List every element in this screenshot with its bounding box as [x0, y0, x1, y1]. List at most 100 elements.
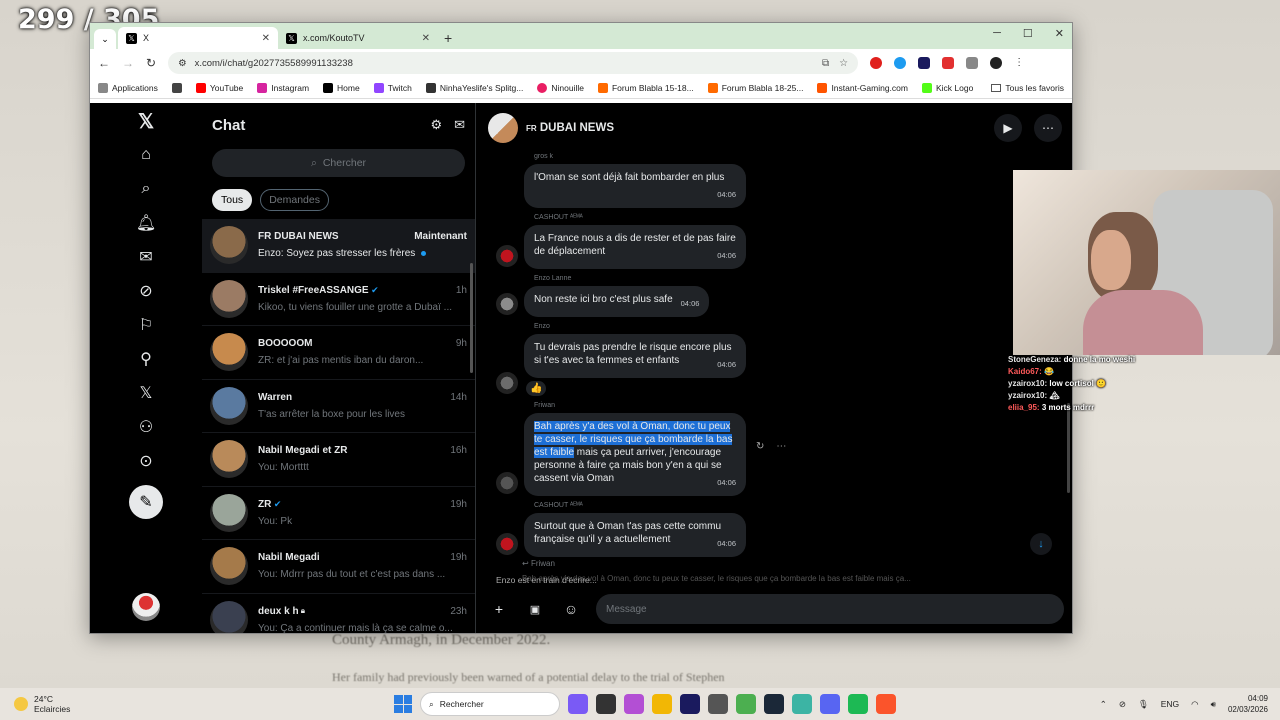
filter-all[interactable]: Tous [212, 189, 253, 211]
message-bubble[interactable]: Non reste ici bro c'est plus safe 04:06 [524, 286, 710, 317]
taskbar-app-icon[interactable] [652, 694, 672, 714]
conversation-item[interactable]: ZR ✔ 19h You: Pk [202, 487, 475, 540]
taskbar-app-icon[interactable] [680, 694, 700, 714]
taskbar-app-icon[interactable] [624, 694, 644, 714]
home-icon[interactable]: ⌂ [136, 145, 156, 165]
message-more-icon[interactable]: ⋯ [776, 441, 786, 452]
windows-start-icon[interactable] [394, 695, 412, 713]
taskbar-app-icon[interactable] [820, 694, 840, 714]
sender-avatar[interactable] [496, 533, 518, 555]
conversation-item[interactable]: deux k h 🔒︎ 23h You: Ça a continuer mais… [202, 594, 475, 633]
minimize-icon[interactable]: ─ [993, 27, 1001, 40]
weather-widget[interactable]: 24°C Eclaircies [14, 694, 70, 714]
bookmark-item[interactable]: Forum Blabla 15-18... [597, 82, 694, 93]
extension-icon[interactable] [918, 57, 931, 69]
sender-avatar[interactable] [496, 245, 518, 267]
compose-post-button[interactable]: ✎ [129, 485, 163, 519]
search-input[interactable]: ⌕ Chercher [212, 149, 465, 177]
tab-search-button[interactable]: ⌄ [94, 29, 116, 49]
account-avatar[interactable] [132, 593, 160, 621]
taskbar-app-icon[interactable] [764, 694, 784, 714]
volume-icon[interactable]: 🔊︎ [1211, 699, 1216, 710]
taskbar-app-icon[interactable] [792, 694, 812, 714]
conversation-title[interactable]: FR DUBAI NEWS [526, 122, 614, 134]
conversation-item[interactable]: BOOOOOM 9h ZR: et j'ai pas mentis iban d… [202, 326, 475, 380]
message[interactable]: CASHOUT ᴬᴱᴹᴬ Surtout que à Oman t'as pas … [496, 502, 1064, 557]
taskbar-search[interactable]: ⌕ Rechercher [420, 692, 560, 716]
message[interactable]: Friwan Bah après y'a des vol à Oman, donc… [496, 402, 1064, 496]
taskbar-app-icon[interactable] [568, 694, 588, 714]
sender-avatar[interactable] [496, 372, 518, 394]
conversation-item[interactable]: Nabil Megadi et ZR 16h You: Mortttt [202, 433, 475, 487]
profile-icon[interactable] [990, 57, 1003, 69]
reaction-badge[interactable]: 👍 [526, 381, 547, 396]
new-message-icon[interactable]: ✉ [454, 117, 465, 133]
taskbar-app-icon[interactable] [848, 694, 868, 714]
search-icon[interactable]: ⌕ [136, 179, 156, 199]
new-tab-button[interactable]: + [444, 30, 452, 46]
premium-icon[interactable]: 𝕏 [136, 383, 156, 403]
clock[interactable]: 04:09 02/03/2026 [1228, 693, 1268, 715]
profile-icon[interactable]: ⚇ [136, 417, 156, 437]
taskbar-app-icon[interactable] [708, 694, 728, 714]
back-icon[interactable]: ← [98, 56, 110, 70]
bookmark-item[interactable]: NinhaYeslife's Splitg... [425, 82, 523, 93]
notifications-icon[interactable]: 🔔︎ [136, 213, 156, 233]
message-bubble[interactable]: l'Oman se sont déjà fait bombarder en pl… [524, 164, 746, 208]
bookmarks-icon[interactable]: ⚐ [136, 315, 156, 335]
message-input[interactable]: Message [596, 594, 1064, 624]
more-icon[interactable]: ⊙ [136, 451, 156, 471]
communities-icon[interactable]: ⚲ [136, 349, 156, 369]
settings-icon[interactable]: ⚙ [430, 117, 442, 133]
site-info-icon[interactable]: ⚙ [178, 58, 187, 69]
message-bubble[interactable]: Tu devrais pas prendre le risque encore … [524, 334, 746, 378]
network-icon[interactable]: ⊘ [1119, 699, 1126, 710]
message-bubble[interactable]: Surtout que à Oman t'as pas cette commu … [524, 513, 746, 557]
group-avatar[interactable] [488, 113, 518, 143]
filter-requests[interactable]: Demandes [260, 189, 329, 211]
forward-icon[interactable]: → [122, 56, 134, 70]
tab-koutotv[interactable]: 𝕏 x.com/KoutoTV ✕ [278, 27, 438, 49]
bookmark-star-icon[interactable]: ☆ [839, 58, 848, 69]
puzzle-icon[interactable] [966, 57, 979, 69]
react-icon[interactable]: ↻ [756, 441, 764, 452]
message[interactable]: Enzo Tu devrais pas prendre le risque enc… [496, 323, 1064, 396]
audio-extension-icon[interactable] [894, 57, 907, 69]
close-tab-icon[interactable]: ✕ [262, 33, 270, 44]
extension-icon[interactable] [942, 57, 955, 69]
more-options-icon[interactable]: ⋯ [1034, 114, 1062, 142]
message[interactable]: gros k l'Oman se sont déjà fait bombarder… [524, 153, 1064, 208]
gif-icon[interactable]: ▣ [524, 603, 546, 616]
chevron-up-icon[interactable]: ⌃ [1100, 699, 1107, 710]
message-bubble[interactable]: La France nous a dis de rester et de pas… [524, 225, 746, 269]
message[interactable]: Enzo Lanne Non reste ici bro c'est plus s… [496, 275, 1064, 317]
sender-avatar[interactable] [496, 293, 518, 315]
x-logo-icon[interactable]: 𝕏 [136, 111, 156, 133]
bookmark-item[interactable]: YouTube [195, 82, 243, 93]
bookmark-item[interactable]: Instant-Gaming.com [817, 82, 908, 93]
close-tab-icon[interactable]: ✕ [422, 33, 430, 44]
close-window-icon[interactable]: ✕ [1055, 27, 1064, 40]
bookmark-item[interactable]: Kick Logo [921, 82, 973, 93]
bookmark-item[interactable]: Home [323, 82, 360, 93]
bookmark-item[interactable] [171, 82, 182, 93]
tab-x[interactable]: 𝕏 X ✕ [118, 27, 278, 49]
add-icon[interactable]: + [488, 601, 510, 617]
taskbar-app-icon[interactable] [736, 694, 756, 714]
all-bookmarks[interactable]: Tous les favoris [991, 83, 1064, 93]
menu-icon[interactable]: ⋮ [1014, 57, 1024, 69]
bookmark-item[interactable]: Instagram [257, 82, 309, 93]
sender-avatar[interactable] [496, 472, 518, 494]
grok-icon[interactable]: ⊘ [136, 281, 156, 301]
install-icon[interactable]: ⧉ [822, 58, 829, 69]
message[interactable]: CASHOUT ᴬᴱᴹᴬ La France nous a dis de rest… [496, 214, 1064, 269]
thread-scrollbar[interactable] [1067, 403, 1070, 493]
maximize-icon[interactable]: ☐ [1023, 27, 1033, 40]
opera-extension-icon[interactable] [870, 57, 883, 69]
bookmark-item[interactable]: Ninouille [537, 82, 584, 93]
bookmark-item[interactable]: Applications [98, 82, 158, 93]
conversation-item[interactable]: Nabil Megadi 19h You: Mdrrr pas du tout … [202, 540, 475, 594]
messages-icon[interactable]: ✉ [136, 247, 156, 267]
language-indicator[interactable]: ENG [1161, 699, 1179, 709]
emoji-icon[interactable]: ☺ [560, 601, 582, 617]
